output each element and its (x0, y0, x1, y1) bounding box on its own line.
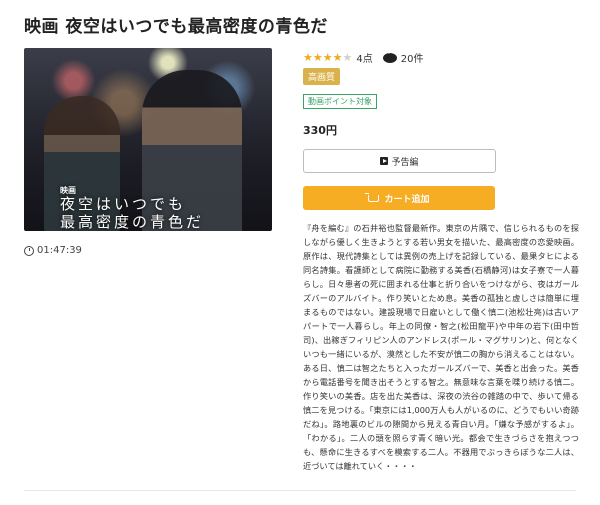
star-filled-icon: ★ (322, 51, 333, 64)
movie-poster[interactable]: 映画 夜空はいつでも 最高密度の青色だ (24, 48, 272, 231)
trailer-button-label: 予告編 (391, 157, 419, 168)
price: 330円 (303, 124, 337, 137)
comment-count[interactable]: 20件 (401, 50, 424, 65)
star-filled-icon: ★ (312, 51, 323, 64)
point-badge: 動画ポイント対象 (303, 94, 377, 109)
hd-badge: 高画質 (303, 68, 341, 85)
divider (24, 490, 576, 491)
cart-button-label: カート追加 (384, 194, 430, 205)
page-title: 映画 夜空はいつでも最高密度の青色だ (24, 17, 328, 37)
clock-icon (24, 245, 34, 256)
trailer-button[interactable]: 予告編 (303, 149, 496, 173)
add-to-cart-button[interactable]: カート追加 (303, 186, 495, 210)
star-filled-icon: ★ (303, 51, 313, 64)
comment-icon[interactable] (382, 50, 397, 63)
duration-value: 01:47:39 (37, 245, 82, 256)
synopsis: 『舟を編む』の石井裕也監督最新作。東京の片隅で、信じられるものを探しながら優しく… (303, 223, 579, 471)
rating-score: 4点 (356, 54, 373, 65)
rating-row: ★★★★★ 4点 20件 (303, 50, 424, 66)
poster-title: 夜空はいつでも 最高密度の青色だ (60, 195, 205, 231)
cart-icon (365, 192, 380, 202)
play-icon (380, 157, 389, 165)
star-filled-icon: ★ (332, 51, 343, 64)
duration: 01:47:39 (24, 245, 82, 256)
star-rating: ★★★★★ (303, 51, 352, 64)
star-empty-icon: ★ (342, 51, 353, 64)
